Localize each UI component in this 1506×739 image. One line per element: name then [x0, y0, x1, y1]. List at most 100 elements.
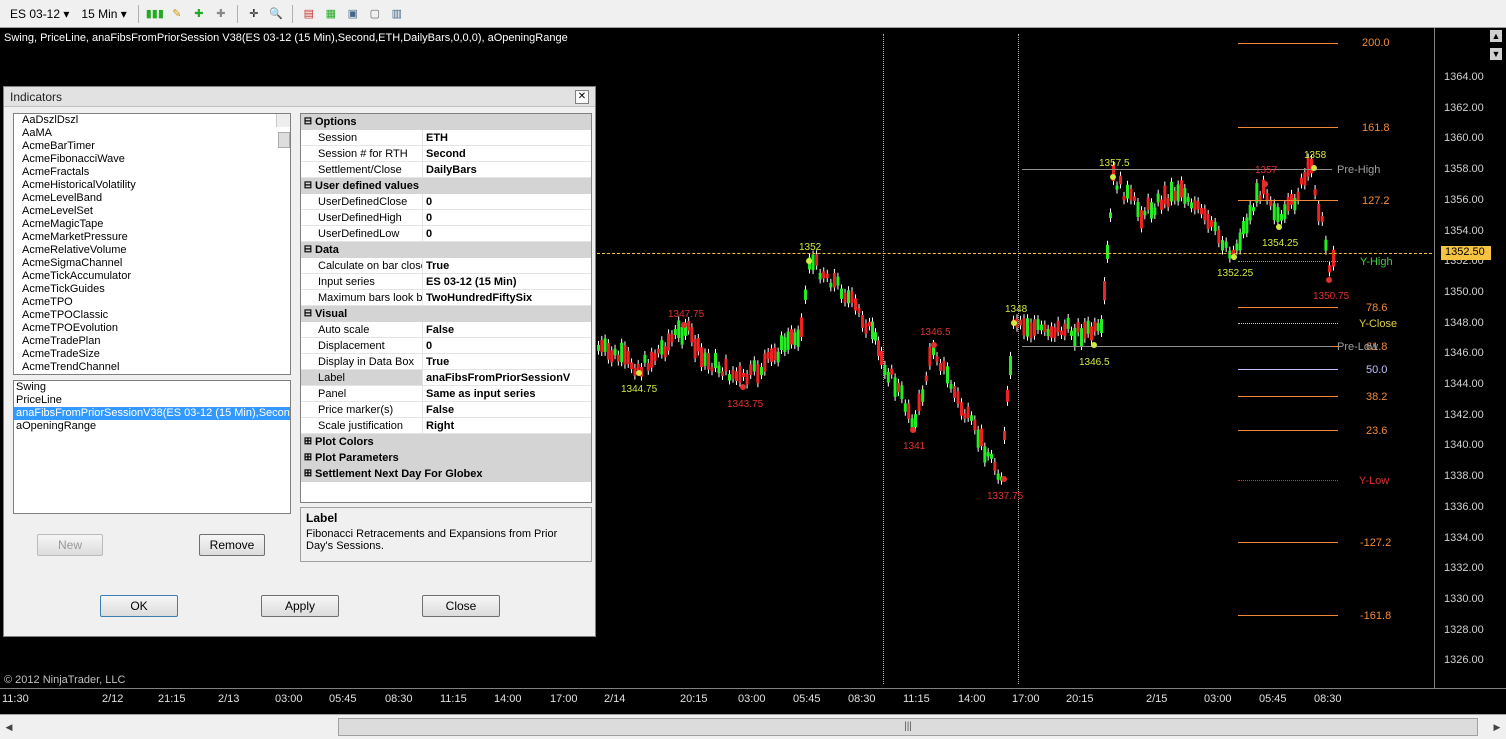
interval-selector[interactable]: 15 Min ▾	[77, 5, 130, 23]
list-item[interactable]: AcmeTPOEvolution	[18, 322, 290, 335]
panel-down-icon[interactable]: ▼	[1490, 48, 1502, 60]
indicators-icon[interactable]: ▤	[300, 6, 318, 22]
property-row[interactable]: Calculate on bar close True	[301, 258, 591, 274]
property-row[interactable]: Label anaFibsFromPriorSessionV	[301, 370, 591, 386]
property-row[interactable]: Session # for RTH Second	[301, 146, 591, 162]
property-row[interactable]: Auto scale False	[301, 322, 591, 338]
list-item[interactable]: AcmeTickGuides	[18, 283, 290, 296]
property-category[interactable]: ⊞ Plot Parameters	[301, 450, 591, 466]
collapse-icon[interactable]: ⊟	[301, 178, 315, 194]
panel-up-icon[interactable]: ▲	[1490, 30, 1502, 42]
property-category[interactable]: ⊟ Visual	[301, 306, 591, 322]
property-value[interactable]: Second	[423, 146, 591, 162]
ok-button[interactable]: OK	[100, 595, 178, 617]
property-category[interactable]: ⊟ Data	[301, 242, 591, 258]
property-value[interactable]: ETH	[423, 130, 591, 146]
list-item-selected[interactable]: anaFibsFromPriorSessionV38(ES 03-12 (15 …	[14, 407, 290, 420]
expand-icon[interactable]: ⊞	[301, 434, 315, 450]
property-value[interactable]: DailyBars	[423, 162, 591, 178]
property-value[interactable]: 0	[423, 194, 591, 210]
collapse-icon[interactable]: ⊟	[301, 242, 315, 258]
property-row[interactable]: Panel Same as input series	[301, 386, 591, 402]
remove-button[interactable]: Remove	[199, 534, 265, 556]
property-value[interactable]: ES 03-12 (15 Min)	[423, 274, 591, 290]
list-item[interactable]: PriceLine	[14, 394, 290, 407]
property-value[interactable]: 0	[423, 226, 591, 242]
property-row[interactable]: Scale justification Right	[301, 418, 591, 434]
property-value[interactable]: 0	[423, 338, 591, 354]
property-value[interactable]: Same as input series	[423, 386, 591, 402]
list-item[interactable]: AcmeSigmaChannel	[18, 257, 290, 270]
expand-icon[interactable]: ⊞	[301, 450, 315, 466]
collapse-icon[interactable]: ⊟	[301, 114, 315, 130]
collapse-icon[interactable]: ⊟	[301, 306, 315, 322]
bar-style-icon[interactable]: ▮▮▮	[146, 6, 164, 22]
property-value[interactable]: True	[423, 354, 591, 370]
list-item[interactable]: AaDszlDszl	[18, 114, 290, 127]
property-row[interactable]: UserDefinedHigh 0	[301, 210, 591, 226]
property-row[interactable]: Display in Data Box True	[301, 354, 591, 370]
list-item[interactable]: AcmeLevelBand	[18, 192, 290, 205]
new-button[interactable]: New	[37, 534, 103, 556]
expand-icon[interactable]: ⊞	[301, 466, 315, 482]
property-row[interactable]: Input series ES 03-12 (15 Min)	[301, 274, 591, 290]
property-value[interactable]: True	[423, 258, 591, 274]
scroll-thumb[interactable]	[278, 132, 290, 148]
list-item[interactable]: AcmeBarTimer	[18, 140, 290, 153]
property-value[interactable]: anaFibsFromPriorSessionV	[423, 370, 591, 386]
scroll-left-icon[interactable]: ◀	[2, 719, 16, 735]
list-scrollbar[interactable]	[276, 114, 290, 148]
property-row[interactable]: Price marker(s) False	[301, 402, 591, 418]
property-row[interactable]: Maximum bars look bac TwoHundredFiftySix	[301, 290, 591, 306]
close-button[interactable]: Close	[422, 595, 500, 617]
list-item[interactable]: AcmeTrendChannel	[18, 361, 290, 374]
list-item[interactable]: AcmeTickAccumulator	[18, 270, 290, 283]
property-value[interactable]: TwoHundredFiftySix	[423, 290, 591, 306]
property-row[interactable]: Session ETH	[301, 130, 591, 146]
property-value[interactable]: Right	[423, 418, 591, 434]
property-row[interactable]: UserDefinedLow 0	[301, 226, 591, 242]
list-item[interactable]: aOpeningRange	[14, 420, 290, 433]
crosshair-icon[interactable]: ✛	[245, 6, 263, 22]
data-box-icon[interactable]: ▥	[388, 6, 406, 22]
snapshot-icon[interactable]: ▢	[366, 6, 384, 22]
close-icon[interactable]: ✕	[575, 90, 589, 104]
list-item[interactable]: Swing	[14, 381, 290, 394]
property-value[interactable]: False	[423, 402, 591, 418]
available-indicators-list[interactable]: AaDszlDszl AaMA AcmeBarTimer AcmeFibonacciW…	[13, 113, 291, 375]
property-row[interactable]: UserDefinedClose 0	[301, 194, 591, 210]
drawing-tool-icon[interactable]: ✎	[168, 6, 186, 22]
scroll-thumb[interactable]: |||	[338, 718, 1478, 736]
property-value[interactable]: False	[423, 322, 591, 338]
list-item[interactable]: AcmeRelativeVolume	[18, 244, 290, 257]
zoom-icon[interactable]: 🔍	[267, 6, 285, 22]
list-item[interactable]: AcmeTradePlan	[18, 335, 290, 348]
list-item[interactable]: AcmeFibonacciWave	[18, 153, 290, 166]
property-value[interactable]: 0	[423, 210, 591, 226]
apply-button[interactable]: Apply	[261, 595, 339, 617]
properties-grid[interactable]: ⊟ Options Session ETH Session # for RTH Secon…	[300, 113, 592, 503]
property-category[interactable]: ⊞ Settlement Next Day For Globex	[301, 466, 591, 482]
list-item[interactable]: AcmeTradeSize	[18, 348, 290, 361]
list-item[interactable]: AcmeFractals	[18, 166, 290, 179]
horizontal-scrollbar[interactable]: ◀ ||| ▶	[0, 714, 1506, 739]
list-item[interactable]: AcmeTPO	[18, 296, 290, 309]
list-item[interactable]: AcmeTPOClassic	[18, 309, 290, 322]
property-category[interactable]: ⊞ Plot Colors	[301, 434, 591, 450]
strategy-icon[interactable]: ✚	[212, 6, 230, 22]
property-category[interactable]: ⊟ User defined values	[301, 178, 591, 194]
list-item[interactable]: AaMA	[18, 127, 290, 140]
list-item[interactable]: AcmeLevelSet	[18, 205, 290, 218]
properties-icon[interactable]: ▣	[344, 6, 362, 22]
property-row[interactable]: Displacement 0	[301, 338, 591, 354]
instrument-selector[interactable]: ES 03-12 ▾	[6, 5, 73, 23]
list-item[interactable]: AcmeMagicTape	[18, 218, 290, 231]
strategies-icon[interactable]: ▦	[322, 6, 340, 22]
scroll-right-icon[interactable]: ▶	[1490, 719, 1504, 735]
data-series-icon[interactable]: ✚	[190, 6, 208, 22]
property-category[interactable]: ⊟ Options	[301, 114, 591, 130]
list-item[interactable]: AcmeHistoricalVolatility	[18, 179, 290, 192]
applied-indicators-list[interactable]: Swing PriceLine anaFibsFromPriorSessionV…	[13, 380, 291, 514]
list-item[interactable]: AcmeMarketPressure	[18, 231, 290, 244]
property-row[interactable]: Settlement/Close DailyBars	[301, 162, 591, 178]
